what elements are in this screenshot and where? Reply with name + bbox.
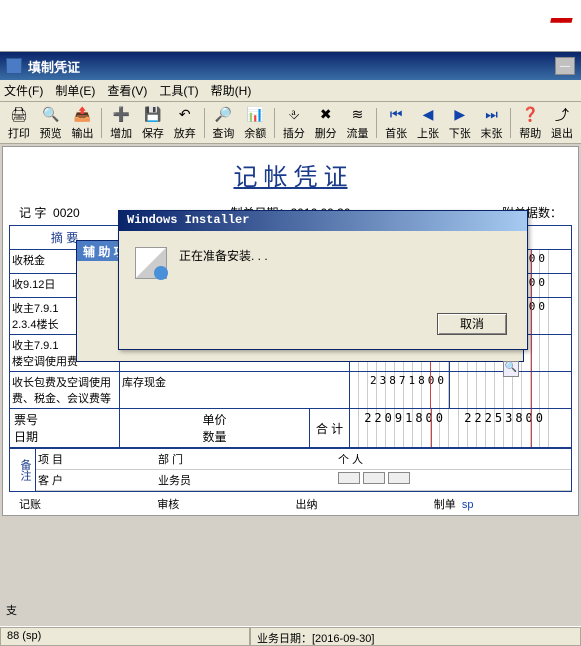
window-title: 填制凭证 — [28, 57, 555, 76]
cell-subject[interactable]: 库存现金 — [120, 372, 350, 408]
bottom-area: 支 — [0, 596, 581, 624]
help-icon: ❓ — [520, 105, 540, 125]
print-button[interactable]: 🖨打印 — [4, 104, 34, 142]
status-mid: 业务日期：[2016-09-30] — [250, 627, 581, 646]
sign-maker-value: sp — [462, 499, 474, 511]
attach-subrow: 票号 日期 单价 数量 合 计 22091800 22253800 — [10, 409, 571, 448]
query-button[interactable]: 🔎查询 — [209, 104, 239, 142]
printer-icon: 🖨 — [9, 105, 29, 125]
menu-help[interactable]: 帮助(H) — [211, 82, 252, 99]
installer-dialog: Windows Installer 正在准备安装. . . 取消 — [118, 210, 528, 350]
balance-button[interactable]: 📊余额 — [240, 104, 270, 142]
status-left: 88 (sp) — [0, 627, 250, 646]
save-icon: 💾 — [143, 105, 163, 125]
remark-project-label: 项 目 — [38, 451, 158, 467]
abandon-button[interactable]: ↶放弃 — [170, 104, 200, 142]
remark-label: 备注 — [10, 449, 36, 491]
menu-view[interactable]: 查看(V) — [107, 82, 147, 99]
help-button[interactable]: ❓帮助 — [515, 104, 545, 142]
total-credit: 22253800 — [450, 409, 550, 447]
plus-icon: ➕ — [111, 105, 131, 125]
preview-button[interactable]: 🔍预览 — [36, 104, 66, 142]
installer-title: Windows Installer — [119, 211, 527, 231]
undo-icon: ↶ — [175, 105, 195, 125]
total-label: 合 计 — [310, 409, 350, 447]
insert-row-button[interactable]: ⎀插分 — [279, 104, 309, 142]
minimize-button[interactable]: — — [555, 57, 575, 75]
add-button[interactable]: ➕增加 — [106, 104, 136, 142]
menubar: 文件(F) 制单(E) 查看(V) 工具(T) 帮助(H) — [0, 80, 581, 102]
remark-customer-label: 客 户 — [38, 472, 158, 488]
ticket-no-label: 票号 — [14, 411, 115, 428]
voucher-number[interactable]: 0020 — [53, 206, 80, 220]
remark-section: 备注 项 目 部 门 个 人 客 户 业务员 — [10, 448, 571, 491]
insert-icon: ⎀ — [284, 105, 304, 125]
ticket-date-label: 日期 — [14, 428, 115, 445]
voucher-type-label: 记 字 — [19, 206, 46, 220]
output-button[interactable]: 📤输出 — [68, 104, 98, 142]
voucher-title: 记 帐 凭 证 — [9, 157, 572, 192]
remark-dept-label: 部 门 — [158, 451, 338, 467]
next-button[interactable]: ▶下张 — [445, 104, 475, 142]
next-icon: ▶ — [450, 105, 470, 125]
flow-button[interactable]: ≋流量 — [343, 104, 373, 142]
statusbar: 88 (sp) 业务日期：[2016-09-30] — [0, 626, 581, 646]
app-icon — [6, 58, 22, 74]
first-icon: ⏮ — [386, 105, 406, 125]
output-icon: 📤 — [72, 105, 92, 125]
sign-audit: 审核 — [157, 496, 285, 512]
exit-icon: ⤴ — [552, 105, 572, 125]
menu-tool[interactable]: 工具(T) — [159, 82, 198, 99]
total-debit: 22091800 — [350, 409, 450, 447]
titlebar: 填制凭证 — — [0, 52, 581, 80]
price-label: 单价 — [124, 411, 305, 428]
search-icon: 🔎 — [213, 105, 233, 125]
save-button[interactable]: 💾保存 — [138, 104, 168, 142]
cell-summary[interactable]: 收长包费及空调使用 费、税金、会议费等 — [10, 372, 120, 408]
barcode-icon-3[interactable] — [388, 472, 410, 484]
qty-label: 数量 — [124, 428, 305, 445]
installer-icon — [135, 247, 167, 279]
preview-icon: 🔍 — [41, 105, 61, 125]
flow-icon: ≋ — [347, 105, 367, 125]
sign-cashier: 出纳 — [296, 496, 424, 512]
remark-clerk-label: 业务员 — [158, 472, 338, 488]
delete-icon: ✖ — [316, 105, 336, 125]
sign-book: 记账 — [19, 496, 147, 512]
remark-person-label: 个 人 — [338, 451, 363, 467]
cell-debit[interactable]: 23871800 — [350, 372, 450, 408]
installer-cancel-button[interactable]: 取消 — [437, 313, 507, 335]
ledger-row[interactable]: 收长包费及空调使用 费、税金、会议费等库存现金23871800 — [10, 372, 571, 409]
first-button[interactable]: ⏮首张 — [381, 104, 411, 142]
brand-fragment: ▂▂ — [551, 6, 571, 23]
magnify-icon[interactable]: 🔍 — [503, 361, 519, 377]
delete-row-button[interactable]: ✖删分 — [311, 104, 341, 142]
barcode-icon-2[interactable] — [363, 472, 385, 484]
last-icon: ⏭ — [482, 105, 502, 125]
cell-credit[interactable] — [450, 372, 550, 408]
exit-button[interactable]: ⤴退出 — [547, 104, 577, 142]
menu-file[interactable]: 文件(F) — [4, 82, 43, 99]
last-button[interactable]: ⏭末张 — [477, 104, 507, 142]
balance-icon: 📊 — [245, 105, 265, 125]
bottom-letter: 支 — [6, 602, 575, 618]
sign-maker-label: 制单 — [434, 499, 456, 511]
sign-row: 记账 审核 出纳 制单 sp — [9, 492, 572, 516]
installer-message: 正在准备安装. . . — [179, 247, 268, 279]
prev-icon: ◀ — [418, 105, 438, 125]
toolbar: 🖨打印 🔍预览 📤输出 ➕增加 💾保存 ↶放弃 🔎查询 📊余额 ⎀插分 ✖删分 … — [0, 102, 581, 144]
prev-button[interactable]: ◀上张 — [413, 104, 443, 142]
barcode-icon-1[interactable] — [338, 472, 360, 484]
menu-make[interactable]: 制单(E) — [55, 82, 95, 99]
